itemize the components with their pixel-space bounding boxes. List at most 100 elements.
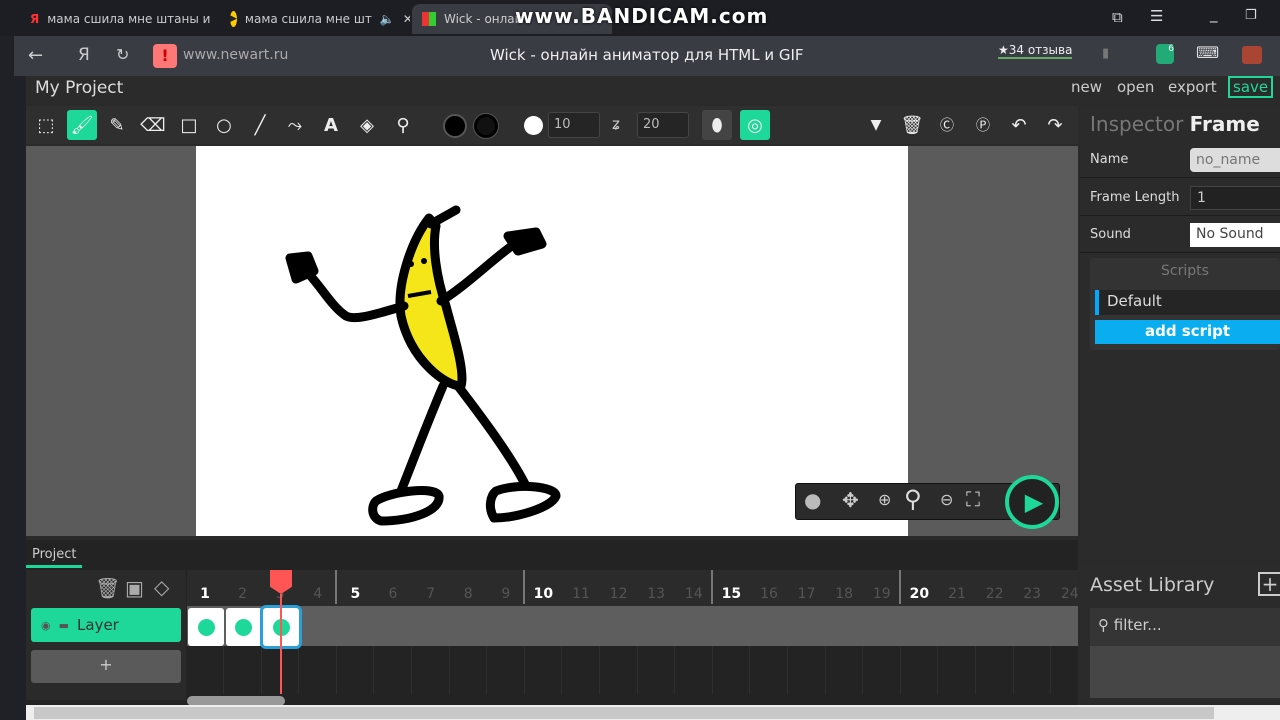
- translate-icon[interactable]: ⌨: [1196, 43, 1219, 62]
- speaker-icon[interactable]: 🔈: [380, 12, 395, 26]
- zoom-out-icon[interactable]: ⊖: [940, 490, 953, 509]
- redo-icon[interactable]: ↷: [1040, 110, 1070, 140]
- open-button[interactable]: open: [1117, 78, 1154, 96]
- grid-line: [486, 646, 488, 694]
- frame-number[interactable]: 16: [751, 586, 787, 602]
- sound-select[interactable]: No Sound: [1190, 222, 1280, 247]
- grid-line: [674, 646, 676, 694]
- grid-line: [1012, 646, 1014, 694]
- frame-number[interactable]: 7: [413, 586, 449, 602]
- delete-icon[interactable]: 🗑: [897, 110, 927, 140]
- frame-number[interactable]: 9: [488, 586, 524, 602]
- frame-number[interactable]: 15: [713, 586, 749, 602]
- frame-number[interactable]: 1: [187, 586, 223, 602]
- onion-skin-icon[interactable]: ●: [804, 488, 821, 512]
- delete-layer-icon[interactable]: 🗑: [95, 576, 120, 600]
- close-tab-icon[interactable]: ✕: [403, 12, 410, 26]
- reviews-link[interactable]: ★34 отзыва: [998, 43, 1073, 59]
- fill-color-swatch[interactable]: [443, 114, 467, 138]
- browser-tab[interactable]: Я мама сшила мне штаны и: [20, 4, 220, 34]
- asset-filter-input[interactable]: ⚲ filter...: [1090, 608, 1280, 646]
- visibility-icon[interactable]: ◉: [41, 619, 51, 632]
- frame-number[interactable]: 6: [375, 586, 411, 602]
- keyframe[interactable]: [225, 608, 262, 646]
- add-asset-icon[interactable]: +: [1258, 572, 1280, 596]
- pressure-toggle-icon[interactable]: ◎: [740, 110, 770, 140]
- dropdown-arrow-icon[interactable]: ▼: [861, 110, 891, 140]
- keyframe-icon[interactable]: ◇: [154, 575, 169, 599]
- frame-number[interactable]: 5: [337, 586, 373, 602]
- add-script-button[interactable]: add script: [1095, 320, 1280, 344]
- frame-number[interactable]: 22: [977, 586, 1013, 602]
- fit-screen-icon[interactable]: ⛶: [966, 487, 980, 511]
- eyedropper-icon[interactable]: ⚲: [388, 110, 418, 140]
- eraser-icon[interactable]: ⌫: [138, 110, 168, 140]
- frame-number[interactable]: 18: [826, 586, 862, 602]
- minimize-icon[interactable]: _: [1210, 5, 1218, 23]
- pencil-icon[interactable]: ✎: [102, 110, 132, 140]
- lock-icon[interactable]: ▬: [59, 619, 69, 632]
- layer-item[interactable]: ◉ ▬ Layer: [31, 608, 181, 642]
- line-icon[interactable]: ╱: [245, 110, 275, 140]
- frame-number[interactable]: 13: [638, 586, 674, 602]
- back-icon[interactable]: ←: [28, 45, 43, 66]
- smoothing-input[interactable]: 20: [637, 112, 689, 138]
- frame-number[interactable]: 19: [864, 586, 900, 602]
- paste-icon[interactable]: Ⓟ: [968, 110, 998, 140]
- new-button[interactable]: new: [1071, 78, 1102, 96]
- frame-number[interactable]: 12: [601, 586, 637, 602]
- path-edit-icon[interactable]: ⤳: [280, 110, 310, 140]
- asset-list: [1090, 646, 1280, 698]
- ellipse-icon[interactable]: ○: [209, 110, 239, 140]
- frame-number[interactable]: 20: [901, 586, 937, 602]
- name-input[interactable]: [1190, 147, 1280, 172]
- copy-icon[interactable]: Ⓒ: [932, 110, 962, 140]
- bookmark-icon[interactable]: ▮: [1102, 46, 1109, 61]
- restore-icon[interactable]: ❐: [1245, 8, 1257, 23]
- zoom-in-icon[interactable]: ⊕: [878, 490, 891, 509]
- add-tween-icon[interactable]: ▣: [125, 576, 144, 600]
- browser-tab[interactable]: ▶ мама сшила мне шт 🔈 ✕: [220, 4, 410, 34]
- frame-number[interactable]: 2: [225, 586, 261, 602]
- frame-number[interactable]: 14: [676, 586, 712, 602]
- stroke-color-swatch[interactable]: [474, 114, 498, 138]
- url-field[interactable]: www.newart.ru: [183, 47, 288, 63]
- select-cursor-icon[interactable]: ⬚: [31, 110, 61, 140]
- grid-line: [937, 646, 939, 694]
- stage[interactable]: [196, 146, 908, 536]
- yandex-icon[interactable]: Я: [78, 45, 90, 65]
- project-name[interactable]: My Project: [35, 78, 123, 98]
- avatar[interactable]: [1242, 46, 1262, 64]
- page-scrollbar[interactable]: [26, 705, 1280, 720]
- keyframe[interactable]: [188, 608, 224, 646]
- text-icon[interactable]: A: [316, 110, 346, 140]
- zoom-icon[interactable]: ⚲: [904, 485, 922, 513]
- frame-number[interactable]: 4: [300, 586, 336, 602]
- pan-icon[interactable]: ✥: [842, 488, 859, 512]
- add-layer-button[interactable]: +: [31, 650, 181, 683]
- warning-icon[interactable]: !: [153, 44, 177, 68]
- bookmarks-icon[interactable]: ⧉: [1112, 8, 1123, 26]
- frame-length-input[interactable]: 1: [1190, 185, 1280, 210]
- save-button[interactable]: save: [1228, 76, 1274, 98]
- frame-number[interactable]: 17: [789, 586, 825, 602]
- reload-icon[interactable]: ↻: [116, 45, 129, 64]
- play-button[interactable]: ▶: [1005, 475, 1059, 529]
- frame-number[interactable]: 11: [563, 586, 599, 602]
- undo-icon[interactable]: ↶: [1004, 110, 1034, 140]
- frame-number[interactable]: 10: [525, 586, 561, 602]
- menu-icon[interactable]: ☰: [1150, 7, 1163, 25]
- brush-mode-icon[interactable]: ⬮: [702, 110, 732, 140]
- rectangle-icon[interactable]: □: [174, 110, 204, 140]
- brush-icon[interactable]: 🖌: [67, 110, 97, 140]
- fill-bucket-icon[interactable]: ◈: [352, 110, 382, 140]
- frame-number[interactable]: 23: [1014, 586, 1050, 602]
- grid-line: [824, 646, 826, 694]
- tab-project[interactable]: Project: [26, 544, 83, 568]
- frame-number[interactable]: 8: [450, 586, 486, 602]
- script-item-default[interactable]: Default: [1095, 290, 1280, 315]
- frame-number[interactable]: 21: [939, 586, 975, 602]
- export-button[interactable]: export: [1168, 78, 1217, 96]
- shield-extension-icon[interactable]: 6: [1156, 44, 1174, 64]
- brush-size-input[interactable]: 10: [548, 112, 600, 138]
